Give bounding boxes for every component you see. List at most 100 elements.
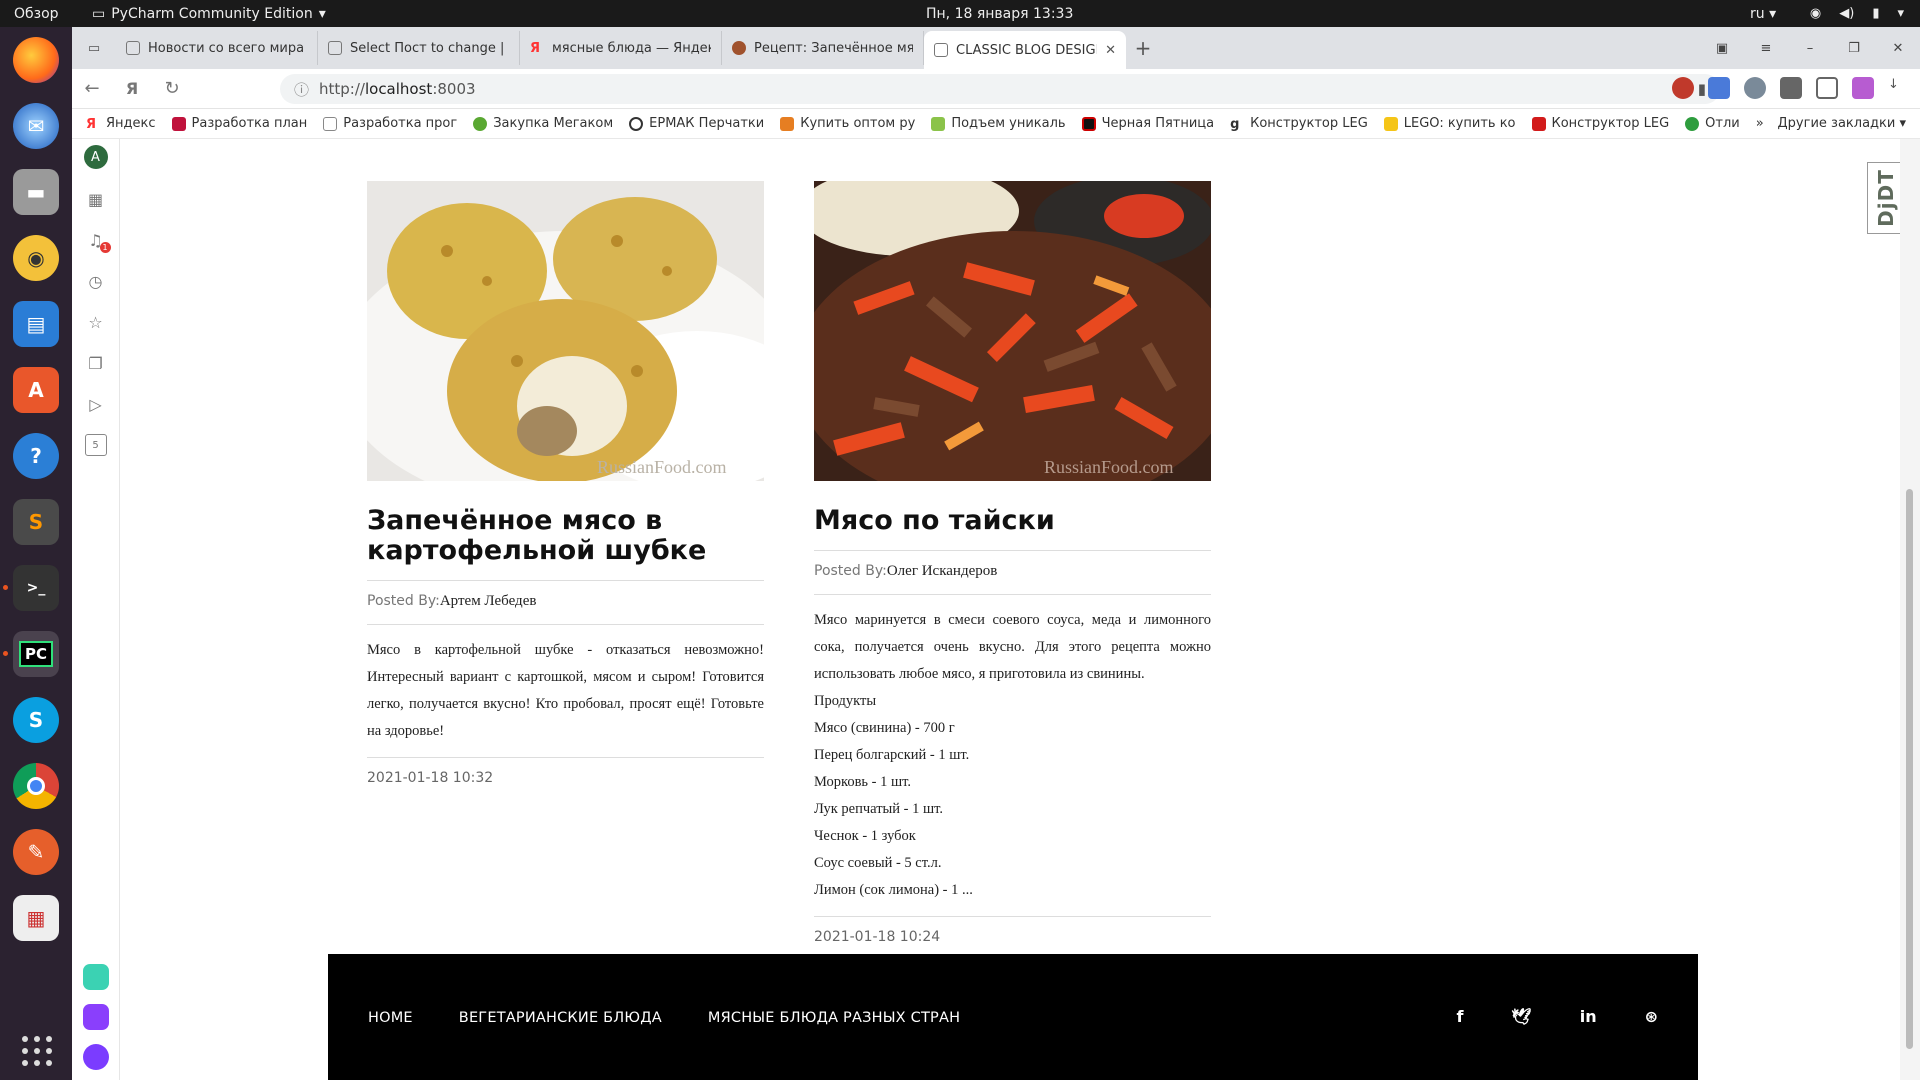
bookmark-label: Разработка план (191, 116, 308, 131)
profile-extension-icon[interactable] (1852, 77, 1874, 99)
url-field[interactable]: ⓘ http://localhost:8003 ▮ (280, 74, 1720, 104)
clock[interactable]: Пн, 18 января 13:33 (926, 6, 1073, 22)
services-grid-icon[interactable]: ▦ (85, 188, 107, 210)
star-icon[interactable]: ☆ (85, 311, 107, 333)
sync-extension-icon[interactable] (1744, 77, 1766, 99)
site-info-icon[interactable]: ⓘ (294, 79, 309, 100)
yandex-home-icon[interactable]: Я (112, 79, 152, 98)
bookmark-item[interactable]: Купить оптом ру (780, 116, 915, 131)
counter-icon[interactable]: 5 (84, 434, 107, 456)
twitter-icon[interactable]: 🕊 (1511, 1007, 1531, 1026)
post-meta: Posted By:Олег Искандеров (814, 551, 1211, 595)
bookmark-item[interactable]: ЕРМАК Перчатки (629, 116, 764, 131)
app-menu[interactable]: ▭ PyCharm Community Edition ▾ (92, 6, 326, 22)
activities-button[interactable]: Обзор (14, 6, 59, 22)
chrome-icon[interactable] (13, 763, 59, 809)
rhythmbox-icon[interactable]: ◉ (13, 235, 59, 281)
bookmark-favicon (780, 116, 795, 131)
inkscape-icon[interactable]: ✎ (13, 829, 59, 875)
footer-link-home[interactable]: HOME (368, 1010, 413, 1026)
software-center-icon[interactable]: A (13, 367, 59, 413)
document-viewer-icon[interactable]: ▦ (13, 895, 59, 941)
page-favicon (126, 41, 140, 55)
translate-extension-icon[interactable] (1708, 77, 1730, 99)
post-title[interactable]: Запечённое мясо в картофельной шубке (367, 506, 764, 581)
thai-meat-photo: RussianFood.com (814, 181, 1211, 481)
restore-icon[interactable]: ❐ (1832, 41, 1876, 56)
menu-icon[interactable]: ≡ (1744, 41, 1788, 56)
footer-menu: HOME ВЕГЕТАРИАНСКИЕ БЛЮДА МЯСНЫЕ БЛЮДА Р… (368, 1010, 960, 1026)
tab-manager-icon[interactable]: ▣ (1700, 41, 1744, 56)
bookmark-item[interactable]: Конструктор LEG (1531, 116, 1669, 131)
minimize-icon[interactable]: – (1788, 41, 1832, 56)
history-icon[interactable]: ◷ (85, 270, 107, 292)
bookmark-favicon (931, 116, 946, 131)
ingredient-line: Лук репчатый - 1 шт. (814, 801, 944, 817)
bell-icon[interactable]: ♫ 1 (85, 229, 111, 253)
libreoffice-writer-icon[interactable]: ▤ (13, 301, 59, 347)
post-excerpt: Мясо в картофельной шубке - отказаться н… (367, 625, 764, 758)
chevron-right-icon[interactable]: » (1756, 116, 1764, 131)
downloads-icon[interactable]: ↓ (1888, 77, 1910, 99)
close-window-icon[interactable]: ✕ (1876, 41, 1920, 56)
bookmark-item[interactable]: Отли (1685, 116, 1740, 131)
play-icon[interactable]: ▷ (85, 393, 107, 415)
post-title[interactable]: Мясо по тайски (814, 506, 1211, 551)
bookmark-item[interactable]: g Конструктор LEG (1230, 116, 1368, 131)
tab-active[interactable]: CLASSIC BLOG DESIGN ✕ (924, 31, 1126, 69)
bookmark-item[interactable]: Разработка план (171, 116, 308, 131)
bookmark-favicon (473, 116, 488, 131)
firefox-icon[interactable] (13, 37, 59, 83)
tab[interactable]: Ямясные блюда — Яндекс (520, 31, 722, 65)
alice-icon[interactable] (82, 1044, 109, 1070)
tab[interactable]: Select Пост to change | Dja (318, 31, 520, 65)
system-tray[interactable]: ◉ ◀) ▮ ▾ (1810, 6, 1904, 21)
thunderbird-icon[interactable]: ✉ (13, 103, 59, 149)
page-scrollbar[interactable] (1900, 139, 1920, 1080)
scrollbar-thumb[interactable] (1906, 489, 1913, 1049)
bookmark-item[interactable]: Черная Пятница (1081, 116, 1214, 131)
footer-link-meat-dishes[interactable]: МЯСНЫЕ БЛЮДА РАЗНЫХ СТРАН (708, 1010, 960, 1026)
avatar[interactable]: A (83, 145, 108, 169)
tab-panel-toggle-icon[interactable]: ▭ (72, 27, 116, 69)
bookmark-item[interactable]: Разработка прог (323, 116, 457, 131)
other-bookmarks[interactable]: Другие закладки ▾ (1778, 116, 1906, 131)
footer-link-vegetarian[interactable]: ВЕГЕТАРИАНСКИЕ БЛЮДА (459, 1010, 662, 1026)
collections-icon[interactable] (1816, 77, 1838, 99)
reload-icon[interactable]: ↻ (152, 78, 192, 99)
bookmark-item[interactable]: Я Яндекс (86, 116, 156, 131)
dribbble-icon[interactable]: ⊛ (1645, 1007, 1658, 1026)
bookmark-label: LEGO: купить ко (1403, 116, 1516, 131)
keyboard-layout[interactable]: ru ▾ (1750, 6, 1776, 22)
bookmark-item[interactable]: Подъем уникаль (931, 116, 1066, 131)
ladybug-extension-icon[interactable] (1672, 77, 1694, 99)
tab[interactable]: Рецепт: Запечённое мясо (722, 31, 924, 65)
close-icon[interactable]: ✕ (1105, 43, 1116, 58)
linkedin-icon[interactable]: in (1580, 1007, 1597, 1026)
files-icon[interactable]: ▬ (13, 169, 59, 215)
pycharm-icon[interactable]: PC (3, 631, 59, 677)
post-image[interactable]: RussianFood.com (367, 181, 764, 481)
extensions-area: ↓ (1672, 77, 1910, 99)
tab[interactable]: Новости со всего мира (116, 31, 318, 65)
post-image[interactable]: RussianFood.com (814, 181, 1211, 481)
bookmark-label: Подъем уникаль (951, 116, 1066, 131)
show-applications-icon[interactable] (22, 1036, 52, 1066)
new-tab-button[interactable]: + (1126, 31, 1160, 65)
qr-extension-icon[interactable] (1780, 77, 1802, 99)
terminal-icon[interactable]: >_ (3, 565, 59, 611)
help-icon[interactable]: ? (13, 433, 59, 479)
back-icon[interactable]: ← (72, 78, 112, 99)
battery-icon: ▮ (1872, 6, 1880, 21)
music-app-icon[interactable] (82, 1004, 109, 1030)
collections-icon[interactable]: ❐ (85, 352, 107, 374)
bookmark-item[interactable]: LEGO: купить ко (1383, 116, 1516, 131)
post-meta: Posted By:Артем Лебедев (367, 581, 764, 625)
messenger-app-icon[interactable] (82, 964, 109, 990)
tab-title: CLASSIC BLOG DESIGN (956, 42, 1098, 58)
skype-icon[interactable]: S (13, 697, 59, 743)
sublime-text-icon[interactable]: S (13, 499, 59, 545)
bookmark-item[interactable]: Закупка Мегаком (473, 116, 613, 131)
ingredient-line: Соус соевый - 5 ст.л. (814, 855, 942, 871)
facebook-icon[interactable]: f (1456, 1007, 1463, 1026)
